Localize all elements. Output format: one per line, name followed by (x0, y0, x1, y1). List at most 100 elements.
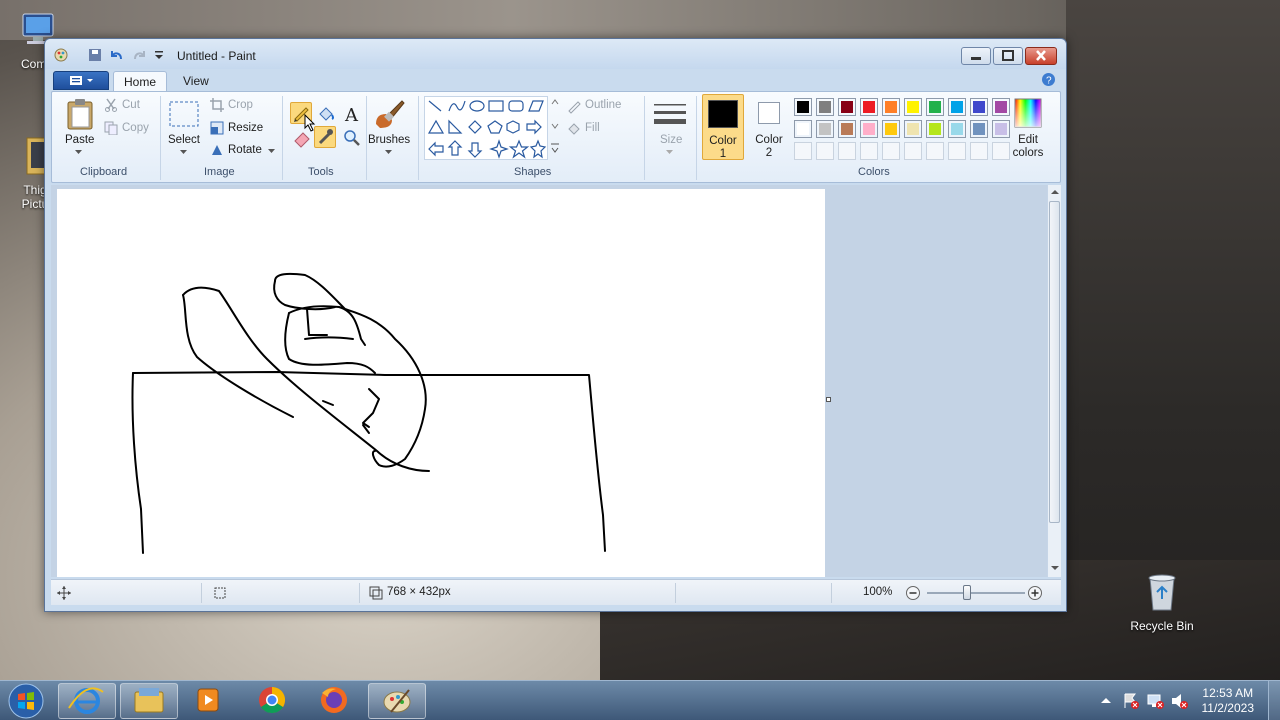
shapes-gallery[interactable] (424, 96, 548, 160)
palette-color-swatch[interactable] (970, 120, 988, 138)
palette-color-swatch[interactable] (970, 98, 988, 116)
desktop-icon-recycle-bin[interactable]: Recycle Bin (1126, 572, 1198, 633)
taskbar-file-explorer[interactable] (120, 683, 178, 719)
edit-colors-button[interactable]: Edit colors (1010, 134, 1046, 160)
palette-color-swatch[interactable] (926, 98, 944, 116)
magnifier-icon[interactable] (342, 128, 362, 148)
taskbar-paint[interactable] (368, 683, 426, 719)
rotate-button[interactable]: Rotate (228, 144, 262, 156)
size-icon[interactable] (654, 102, 686, 128)
palette-empty-swatch[interactable] (860, 142, 878, 160)
redo-icon[interactable] (131, 48, 147, 62)
brushes-dropdown-icon[interactable] (385, 150, 393, 156)
palette-color-swatch[interactable] (926, 120, 944, 138)
palette-color-swatch[interactable] (794, 120, 812, 138)
palette-color-swatch[interactable] (860, 98, 878, 116)
palette-color-swatch[interactable] (816, 120, 834, 138)
firefox-icon (321, 687, 347, 713)
brushes-icon[interactable] (372, 98, 406, 130)
palette-color-swatch[interactable] (838, 120, 856, 138)
canvas-resize-handle[interactable] (826, 397, 831, 402)
select-button[interactable]: Select (168, 134, 200, 146)
scroll-up-icon[interactable] (1050, 187, 1060, 197)
volume-muted-icon[interactable] (1170, 692, 1188, 710)
palette-empty-swatch[interactable] (882, 142, 900, 160)
palette-empty-swatch[interactable] (926, 142, 944, 160)
outline-button[interactable]: Outline (585, 99, 621, 111)
brushes-button[interactable]: Brushes (368, 134, 410, 146)
palette-empty-swatch[interactable] (992, 142, 1010, 160)
palette-color-swatch[interactable] (816, 98, 834, 116)
vertical-scrollbar[interactable] (1047, 185, 1061, 577)
palette-empty-swatch[interactable] (970, 142, 988, 160)
help-icon[interactable]: ? (1041, 72, 1056, 87)
taskbar-firefox[interactable] (306, 683, 364, 719)
resize-button[interactable]: Resize (228, 122, 263, 134)
scrollbar-thumb[interactable] (1049, 201, 1060, 523)
palette-color-swatch[interactable] (948, 98, 966, 116)
palette-color-swatch[interactable] (948, 120, 966, 138)
palette-color-swatch[interactable] (904, 120, 922, 138)
show-desktop-button[interactable] (1268, 681, 1280, 720)
copy-button[interactable]: Copy (122, 122, 149, 134)
size-dropdown-icon[interactable] (666, 150, 674, 156)
color1-button[interactable]: Color 1 (702, 94, 744, 160)
minimize-button[interactable] (961, 47, 991, 65)
save-icon[interactable] (87, 48, 103, 62)
palette-color-swatch[interactable] (860, 120, 878, 138)
palette-empty-swatch[interactable] (816, 142, 834, 160)
paste-icon[interactable] (66, 98, 94, 130)
action-center-icon[interactable] (1122, 692, 1140, 710)
palette-color-swatch[interactable] (992, 120, 1010, 138)
paste-dropdown-icon[interactable] (75, 150, 83, 156)
rotate-dropdown-icon[interactable] (268, 149, 276, 155)
palette-color-swatch[interactable] (992, 98, 1010, 116)
fill-button[interactable]: Fill (585, 122, 600, 134)
shapes-scroll-icon[interactable] (550, 96, 560, 160)
text-icon[interactable]: A (342, 104, 362, 124)
taskbar-internet-explorer[interactable] (58, 683, 116, 719)
select-icon[interactable] (168, 100, 200, 128)
size-button[interactable]: Size (660, 134, 682, 146)
palette-color-swatch[interactable] (838, 98, 856, 116)
palette-color-swatch[interactable] (882, 98, 900, 116)
scroll-down-icon[interactable] (1050, 563, 1060, 573)
palette-color-swatch[interactable] (794, 98, 812, 116)
system-clock[interactable]: 12:53 AM 11/2/2023 (1202, 686, 1255, 716)
zoom-slider-track[interactable] (927, 592, 1025, 594)
select-dropdown-icon[interactable] (180, 150, 188, 156)
close-button[interactable] (1025, 47, 1057, 65)
paint-app-icon[interactable] (53, 48, 69, 62)
palette-color-swatch[interactable] (904, 98, 922, 116)
paint-icon (383, 689, 411, 713)
drawing-canvas[interactable] (57, 189, 825, 577)
zoom-out-icon[interactable] (905, 585, 921, 601)
outline-icon (568, 101, 581, 114)
taskbar-media-player[interactable] (180, 683, 238, 719)
zoom-in-icon[interactable] (1027, 585, 1043, 601)
taskbar-chrome[interactable] (244, 683, 302, 719)
paste-button[interactable]: Paste (65, 134, 94, 146)
crop-button[interactable]: Crop (228, 99, 253, 111)
palette-empty-swatch[interactable] (948, 142, 966, 160)
edit-colors-icon[interactable] (1014, 98, 1042, 128)
palette-empty-swatch[interactable] (904, 142, 922, 160)
tab-home[interactable]: Home (113, 71, 168, 91)
color2-button[interactable]: Color 2 (748, 94, 790, 160)
customize-toolbar-icon[interactable] (151, 48, 167, 62)
start-button[interactable] (6, 682, 46, 720)
zoom-slider-thumb[interactable] (963, 585, 971, 600)
palette-empty-swatch[interactable] (794, 142, 812, 160)
show-hidden-icons-icon[interactable] (1100, 695, 1112, 705)
undo-icon[interactable] (109, 48, 125, 62)
network-icon[interactable] (1146, 692, 1164, 710)
maximize-button[interactable] (993, 47, 1023, 65)
tab-view[interactable]: View (173, 71, 219, 91)
fill-icon[interactable] (316, 104, 336, 124)
palette-color-swatch[interactable] (882, 120, 900, 138)
paint-menu-button[interactable] (53, 71, 109, 90)
ribbon: Paste Cut Copy Clipboard Select Crop Res… (51, 91, 1061, 183)
title-bar: Untitled - Paint (45, 39, 1066, 69)
cut-button[interactable]: Cut (122, 99, 140, 111)
palette-empty-swatch[interactable] (838, 142, 856, 160)
